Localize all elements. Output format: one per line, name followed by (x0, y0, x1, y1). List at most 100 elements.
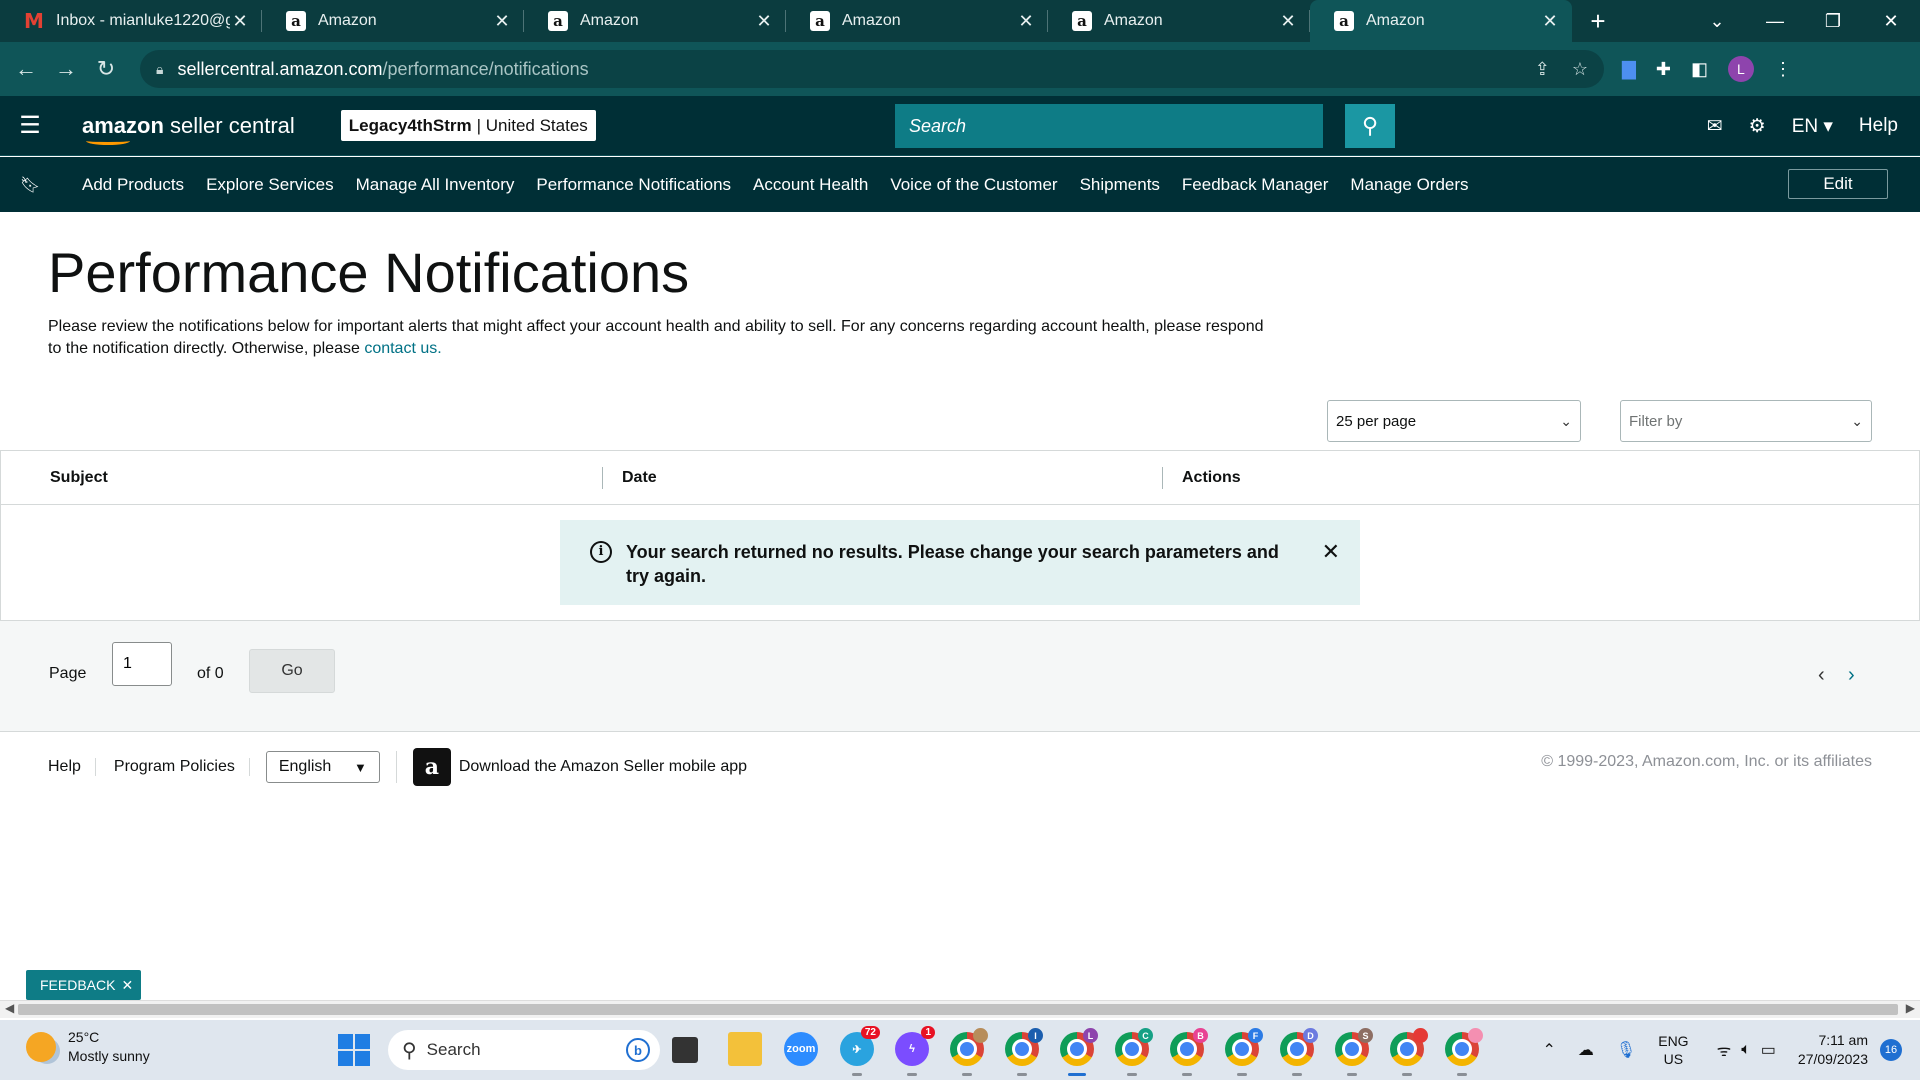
task-view-icon[interactable] (672, 1037, 698, 1063)
profile-avatar[interactable]: L (1727, 56, 1754, 82)
nav-account-health[interactable]: Account Health (753, 175, 868, 195)
forward-arrow-icon[interactable]: → (46, 49, 86, 89)
close-icon[interactable]: ✕ (121, 977, 133, 994)
reload-icon[interactable]: ↻ (86, 49, 126, 89)
tab-amazon[interactable]: a Amazon ✕ (786, 0, 1048, 42)
page-number-input[interactable] (112, 642, 172, 686)
chrome-profile-icon[interactable] (1445, 1028, 1483, 1076)
close-tab-icon[interactable]: ✕ (230, 11, 250, 32)
tab-gmail-inbox[interactable]: M Inbox - mianluke1220@gm ✕ (0, 0, 262, 42)
new-tab-button[interactable]: + (1572, 0, 1624, 42)
extension-chart-icon[interactable]: ▇ (1622, 59, 1636, 80)
gear-icon[interactable]: ⚙ (1749, 115, 1766, 138)
footer-language-value: English (278, 758, 332, 775)
edit-nav-button[interactable]: Edit (1788, 169, 1888, 199)
share-icon[interactable]: ⇪ (1535, 59, 1550, 80)
onedrive-icon[interactable]: ☁ (1578, 1040, 1594, 1060)
tab-amazon[interactable]: a Amazon ✕ (1048, 0, 1310, 42)
back-arrow-icon[interactable]: ← (6, 49, 46, 89)
tab-amazon-active[interactable]: a Amazon ✕ (1310, 0, 1572, 42)
nav-feedback-manager[interactable]: Feedback Manager (1182, 175, 1328, 195)
filter-placeholder: Filter by (1629, 412, 1683, 430)
close-tab-icon[interactable]: ✕ (492, 11, 512, 32)
chrome-profile-icon[interactable]: B (1170, 1028, 1208, 1076)
wifi-icon[interactable]: ᯤ (1717, 1039, 1732, 1061)
close-tab-icon[interactable]: ✕ (1016, 11, 1036, 32)
taskbar-search[interactable]: ⚲ Search b (388, 1030, 660, 1070)
side-panel-icon[interactable]: ◧ (1691, 59, 1708, 80)
extensions-puzzle-icon[interactable]: ✚ (1656, 59, 1671, 80)
next-page-icon[interactable]: › (1848, 664, 1855, 687)
amazon-seller-app-icon[interactable]: a (412, 748, 451, 786)
weather-widget[interactable]: 25°C Mostly sunny (26, 1028, 150, 1066)
close-tab-icon[interactable]: ✕ (1278, 11, 1298, 32)
scrollbar-thumb[interactable] (18, 1004, 1898, 1015)
horizontal-scrollbar[interactable]: ◀ ▶ (0, 1000, 1920, 1018)
tab-search-icon[interactable]: ⌄ (1688, 0, 1746, 42)
close-tab-icon[interactable]: ✕ (1540, 11, 1560, 32)
per-page-select[interactable]: 25 per page ⌄ (1327, 400, 1581, 442)
windows-taskbar: 25°C Mostly sunny ⚲ Search b zoom ✈ 72 ϟ1… (0, 1020, 1920, 1080)
account-switcher[interactable]: Legacy4thStrm | United States (340, 110, 596, 141)
bookmark-star-icon[interactable]: ☆ (1572, 59, 1588, 80)
nav-voice-of-customer[interactable]: Voice of the Customer (890, 175, 1057, 195)
minimize-button[interactable]: — (1746, 0, 1804, 42)
help-link[interactable]: Help (1859, 115, 1898, 137)
windows-start-icon[interactable] (338, 1034, 370, 1066)
nav-shipments[interactable]: Shipments (1080, 175, 1160, 195)
microphone-icon[interactable]: 🎙︎ (1616, 1040, 1636, 1060)
close-icon[interactable]: ✕ (1322, 540, 1340, 564)
file-explorer-icon[interactable] (728, 1032, 762, 1066)
column-subject[interactable]: Subject (50, 469, 108, 487)
scroll-right-icon[interactable]: ▶ (1906, 1001, 1915, 1015)
footer-help-link[interactable]: Help (0, 758, 96, 776)
chrome-profile-icon[interactable]: F (1225, 1028, 1263, 1076)
nav-add-products[interactable]: Add Products (82, 175, 184, 195)
nav-performance-notifications[interactable]: Performance Notifications (536, 175, 731, 195)
tab-amazon[interactable]: a Amazon ✕ (262, 0, 524, 42)
telegram-icon[interactable]: ✈ 72 (840, 1026, 880, 1076)
previous-page-icon[interactable]: ‹ (1818, 664, 1825, 687)
feedback-button[interactable]: FEEDBACK ✕ (26, 970, 142, 1000)
chrome-profile-icon[interactable]: L (1060, 1028, 1098, 1076)
chrome-profile-icon[interactable]: C (1115, 1028, 1153, 1076)
filter-by-select[interactable]: Filter by ⌄ (1620, 400, 1872, 442)
bing-icon[interactable]: b (626, 1038, 650, 1062)
close-window-button[interactable]: ✕ (1862, 0, 1920, 42)
tab-amazon[interactable]: a Amazon ✕ (524, 0, 786, 42)
address-bar[interactable]: 🔒︎ sellercentral.amazon.com/performance/… (140, 50, 1604, 88)
chrome-profile-icon[interactable]: D (1280, 1028, 1318, 1076)
nav-manage-orders[interactable]: Manage Orders (1350, 175, 1468, 195)
seller-central-logo[interactable]: amazon seller central (82, 113, 295, 145)
restore-button[interactable]: ❐ (1804, 0, 1862, 42)
notification-badge[interactable]: 16 (1880, 1039, 1902, 1061)
footer-language-select[interactable]: English ▼ (265, 751, 380, 783)
chrome-profile-icon[interactable] (1390, 1028, 1428, 1076)
close-tab-icon[interactable]: ✕ (754, 11, 774, 32)
messenger-icon[interactable]: ϟ1 (895, 1026, 935, 1076)
go-button[interactable]: Go (249, 649, 335, 693)
download-app-link[interactable]: Download the Amazon Seller mobile app (459, 758, 747, 776)
scroll-left-icon[interactable]: ◀ (5, 1001, 14, 1015)
search-input[interactable]: Search (895, 104, 1323, 148)
language-selector[interactable]: EN ▾ (1792, 115, 1833, 138)
chrome-profile-icon[interactable]: S (1335, 1028, 1373, 1076)
battery-icon[interactable]: ▭ (1761, 1040, 1776, 1060)
column-date[interactable]: Date (622, 469, 657, 487)
chevron-up-icon[interactable]: ⌃ (1543, 1040, 1556, 1060)
search-button[interactable]: ⚲ (1345, 104, 1395, 148)
hamburger-menu-icon[interactable]: ☰ (0, 111, 60, 140)
clock[interactable]: 7:11 am 27/09/2023 (1798, 1031, 1868, 1069)
volume-icon[interactable]: 🔈︎ (1741, 1041, 1751, 1059)
zoom-icon[interactable]: zoom (784, 1032, 818, 1066)
input-language[interactable]: ENG US (1658, 1032, 1688, 1068)
contact-us-link[interactable]: contact us. (364, 340, 441, 357)
footer-program-policies-link[interactable]: Program Policies (96, 758, 250, 776)
nav-explore-services[interactable]: Explore Services (206, 175, 334, 195)
bookmark-icon[interactable]: 🔖︎ (0, 175, 60, 195)
chrome-profile-icon[interactable] (950, 1028, 988, 1076)
browser-menu-icon[interactable]: ⋮ (1774, 59, 1792, 80)
chrome-profile-icon[interactable]: I (1005, 1028, 1043, 1076)
mail-icon[interactable]: ✉ (1707, 115, 1723, 138)
nav-manage-all-inventory[interactable]: Manage All Inventory (356, 175, 515, 195)
